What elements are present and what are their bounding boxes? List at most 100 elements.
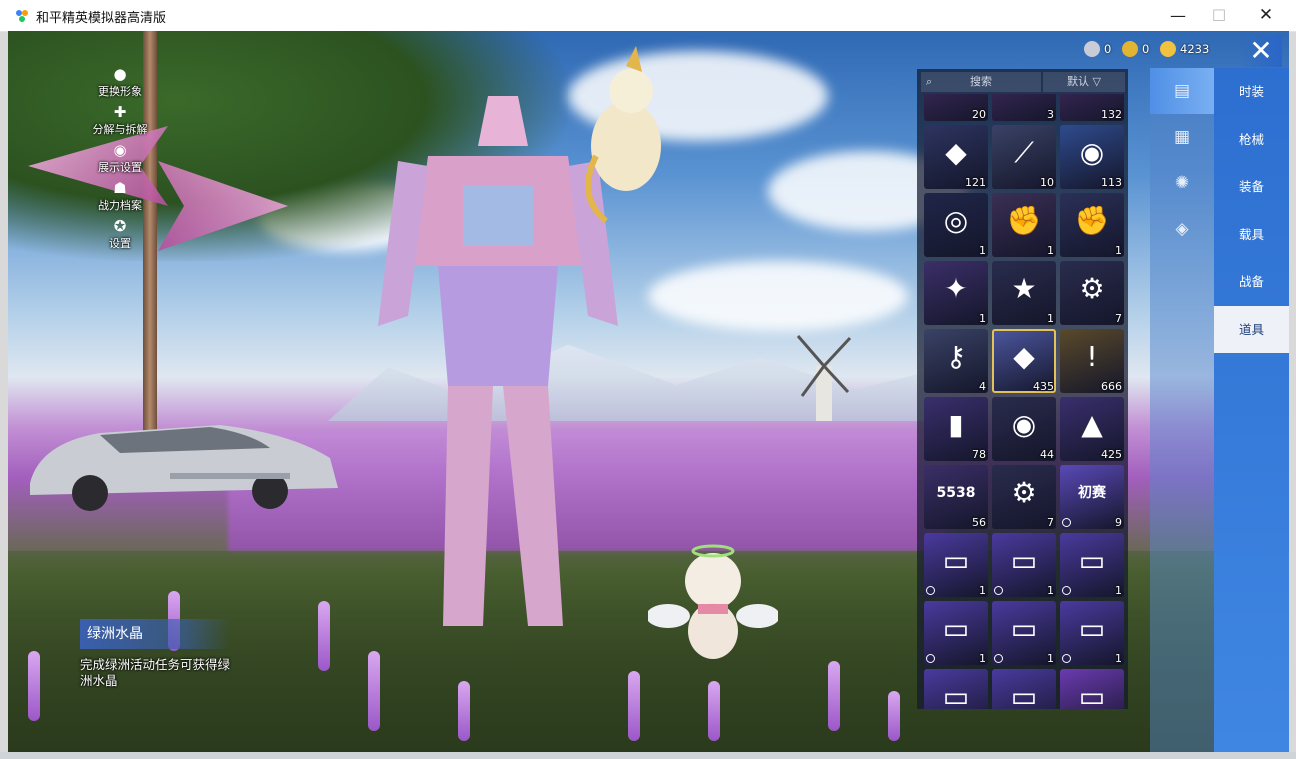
- gold-coin-balance: 4233: [1160, 39, 1220, 59]
- clock-icon: [926, 586, 935, 595]
- silver-coin-value: 0: [1104, 42, 1112, 56]
- item-icon: ◆: [945, 136, 967, 169]
- window-close-button[interactable]: ✕: [1243, 0, 1289, 31]
- eye-icon: ◉: [113, 141, 127, 159]
- inventory-item[interactable]: ▲ 425: [1060, 397, 1124, 461]
- decompose-button[interactable]: ✚ 分解与拆解: [70, 103, 170, 141]
- inventory-item[interactable]: ♦2小时132: [1060, 94, 1124, 121]
- inventory-item[interactable]: ▭ 1: [1060, 533, 1124, 597]
- angel-bear-pet: [646, 536, 780, 666]
- tab-1[interactable]: 时装: [1214, 68, 1289, 115]
- item-icon: ▭: [1010, 612, 1038, 645]
- inventory-item[interactable]: ⚙ 7: [1060, 261, 1124, 325]
- inventory-item[interactable]: ▭: [924, 669, 988, 709]
- card-icon[interactable]: ▤: [1150, 68, 1214, 114]
- inventory-item[interactable]: ▭ 1: [992, 601, 1056, 665]
- item-count: 1: [979, 584, 986, 597]
- item-count: 1: [1047, 312, 1054, 325]
- inventory-item[interactable]: ♦7天3: [992, 94, 1056, 121]
- power-profile-button[interactable]: ☗ 战力档案: [70, 179, 170, 217]
- item-icon: 初赛: [1078, 485, 1106, 501]
- item-name: 绿洲水晶: [80, 619, 230, 649]
- inventory-item[interactable]: ⟋ 10: [992, 125, 1056, 189]
- item-count: 9: [1115, 516, 1122, 529]
- inventory-item[interactable]: ◎ 1: [924, 193, 988, 257]
- maximize-button[interactable]: ☐: [1196, 0, 1242, 31]
- item-count: 78: [972, 448, 986, 461]
- item-icon: ✊: [1006, 204, 1042, 237]
- inventory-item[interactable]: ⚙ 7: [992, 465, 1056, 529]
- item-count: 4: [979, 380, 986, 393]
- inventory-item[interactable]: ⚷ 4: [924, 329, 988, 393]
- item-count: 132: [1101, 108, 1122, 121]
- inventory-item[interactable]: ♦3天20: [924, 94, 988, 121]
- close-icon[interactable]: ✕: [1240, 35, 1282, 67]
- gold-token-value: 0: [1142, 42, 1150, 56]
- category-tab-bar: 时装 枪械 装备 载具 战备 道具: [1214, 68, 1289, 752]
- sort-label: 默认: [1067, 75, 1090, 88]
- item-icon: !: [1086, 340, 1098, 373]
- firework-icon[interactable]: ✺: [1150, 160, 1214, 206]
- tab-6[interactable]: 道具: [1214, 305, 1289, 353]
- inventory-item[interactable]: ▭ 1: [924, 533, 988, 597]
- inventory-item[interactable]: ◉ 44: [992, 397, 1056, 461]
- chest-icon[interactable]: ▦: [1150, 114, 1214, 160]
- window-title: 和平精英模拟器高清版: [36, 11, 167, 26]
- inventory-item[interactable]: ▭: [992, 669, 1056, 709]
- item-icon: ◉: [1079, 136, 1105, 169]
- lavender-flower: [828, 661, 840, 731]
- tab-5[interactable]: 战备: [1214, 258, 1289, 305]
- search-input[interactable]: ⌕ 搜索: [921, 72, 1041, 92]
- item-count: 1: [1115, 244, 1122, 257]
- item-count: 1: [1115, 652, 1122, 665]
- minimize-button[interactable]: —: [1155, 0, 1201, 31]
- item-count: 1: [979, 312, 986, 325]
- inventory-item[interactable]: 初赛 9: [1060, 465, 1124, 529]
- change-appearance-button[interactable]: ● 更换形象: [70, 65, 170, 103]
- lavender-flower: [28, 651, 40, 721]
- inventory-item[interactable]: ▭ 1: [992, 533, 1056, 597]
- item-icon: ◆: [1013, 340, 1035, 373]
- helmet-icon: ☗: [113, 179, 127, 197]
- item-count: 1: [1047, 584, 1054, 597]
- inventory-item[interactable]: ▭ 1: [1060, 601, 1124, 665]
- inventory-item[interactable]: 5538 56: [924, 465, 988, 529]
- inventory-item[interactable]: ▭: [1060, 669, 1124, 709]
- display-settings-button[interactable]: ◉ 展示设置: [70, 141, 170, 179]
- item-icon: ▭: [1078, 680, 1106, 709]
- game-viewport: ● 更换形象 ✚ 分解与拆解 ◉ 展示设置 ☗ 战力档案 ✪ 设置 绿洲水晶 完…: [8, 31, 1289, 752]
- tab-4[interactable]: 载具: [1214, 211, 1289, 258]
- inventory-item[interactable]: ▮ 78: [924, 397, 988, 461]
- inventory-item[interactable]: ◆ 121: [924, 125, 988, 189]
- inventory-item[interactable]: ◉ 113: [1060, 125, 1124, 189]
- item-icon: ⟋: [1014, 136, 1034, 169]
- item-icon: ▭: [942, 680, 970, 709]
- tab-3[interactable]: 装备: [1214, 163, 1289, 210]
- sort-dropdown[interactable]: 默认 ▽: [1043, 72, 1125, 92]
- item-icon: ♦: [992, 94, 1056, 107]
- inventory-item[interactable]: ! 666: [1060, 329, 1124, 393]
- clock-icon: [994, 654, 1003, 663]
- window-titlebar: 和平精英模拟器高清版 — ☐ ✕: [0, 0, 1296, 32]
- gold-coin-value: 4233: [1180, 42, 1210, 56]
- item-icon: ✦: [944, 272, 968, 305]
- item-count: 3: [1047, 108, 1054, 121]
- item-icon: ◎: [943, 204, 969, 237]
- inventory-item[interactable]: ✊ 1: [1060, 193, 1124, 257]
- inventory-item[interactable]: ▭ 1: [924, 601, 988, 665]
- item-icon: ★: [1011, 272, 1037, 305]
- puzzle-icon: ✚: [113, 103, 127, 121]
- settings-label: 设置: [109, 237, 131, 250]
- inventory-item[interactable]: ★ 1: [992, 261, 1056, 325]
- inventory-item[interactable]: ✊ 1: [992, 193, 1056, 257]
- badge-icon: ✪: [113, 217, 127, 235]
- item-icon: ▭: [942, 544, 970, 577]
- inventory-item[interactable]: ◆ 435: [992, 329, 1056, 393]
- settings-button[interactable]: ✪ 设置: [70, 217, 170, 255]
- tab-2[interactable]: 枪械: [1214, 116, 1289, 163]
- search-placeholder: 搜索: [970, 75, 992, 88]
- item-icon: ♦: [924, 94, 988, 107]
- ticket-icon[interactable]: ◈: [1150, 206, 1214, 252]
- inventory-item[interactable]: ✦ 1: [924, 261, 988, 325]
- item-icon: ▲: [1081, 408, 1103, 441]
